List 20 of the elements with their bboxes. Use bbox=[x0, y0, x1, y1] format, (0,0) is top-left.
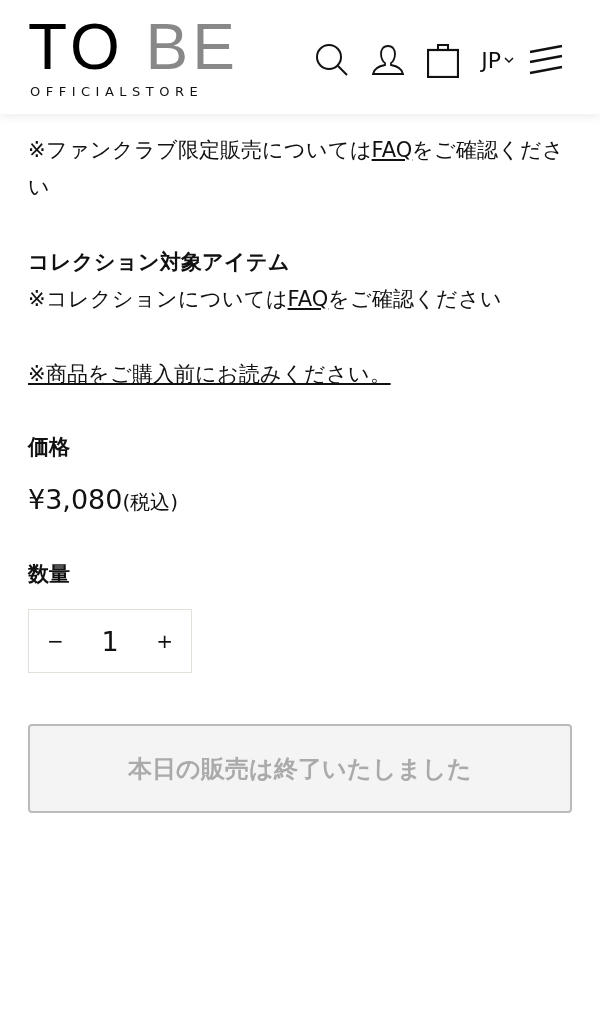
price-amount: ¥3,080 bbox=[28, 484, 123, 515]
faq-link[interactable]: FAQ bbox=[287, 287, 329, 311]
faq-link[interactable]: FAQ bbox=[371, 138, 413, 162]
quantity-label: 数量 bbox=[28, 561, 71, 588]
search-icon[interactable] bbox=[315, 43, 350, 77]
menu-icon[interactable] bbox=[528, 44, 564, 76]
price-label: 価格 bbox=[28, 434, 71, 461]
increase-button[interactable]: + bbox=[148, 625, 181, 657]
decrease-button[interactable]: − bbox=[39, 625, 72, 657]
quantity-value[interactable]: 1 bbox=[101, 625, 119, 657]
language-selector[interactable]: JP bbox=[481, 47, 514, 73]
shopping-bag-icon[interactable] bbox=[427, 42, 460, 78]
store-logo-subtitle: OFFICIALSTORE bbox=[29, 83, 204, 99]
account-icon[interactable] bbox=[371, 44, 406, 76]
fanclub-note: ※ファンクラブ限定販売についてはFAQをご確認ください bbox=[28, 137, 566, 201]
caret-icon bbox=[504, 56, 514, 64]
purchase-notice-link[interactable]: ※商品をご購入前にお読みください。 bbox=[28, 356, 391, 393]
collection-note: ※コレクションについてはFAQをご確認ください bbox=[28, 286, 504, 313]
tax-note: (税込) bbox=[122, 489, 179, 516]
collection-title: コレクション対象アイテム bbox=[28, 249, 291, 276]
